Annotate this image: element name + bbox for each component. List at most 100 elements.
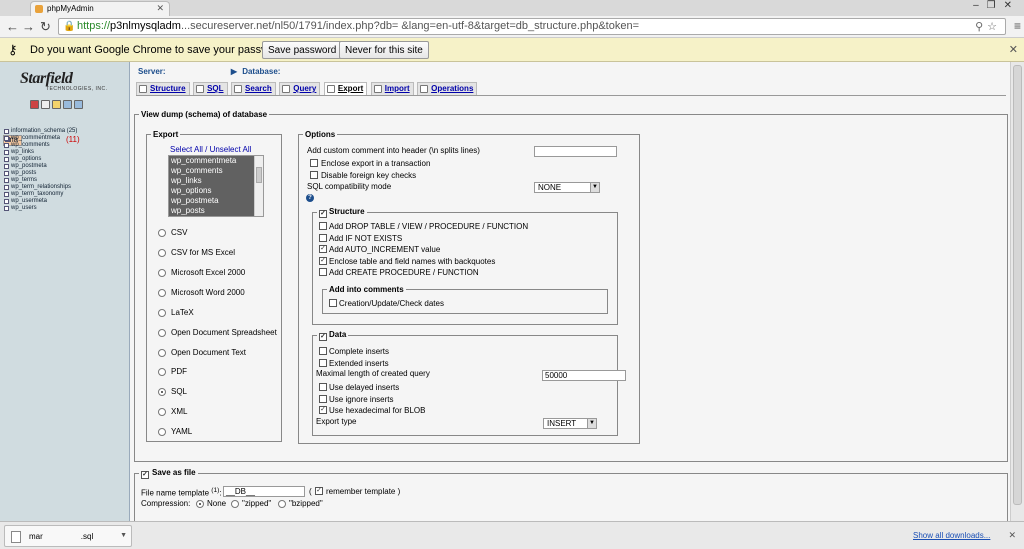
tab-import[interactable]: Import <box>370 82 414 95</box>
disable-fk-label: Disable foreign key checks <box>321 171 417 180</box>
window-controls[interactable]: –❐✕ <box>973 0 1020 11</box>
drop-table-checkbox[interactable] <box>319 222 327 230</box>
table-option[interactable]: wp_posts <box>169 206 254 216</box>
save-as-file-checkbox[interactable]: ✓ <box>141 471 149 479</box>
ignore-inserts-checkbox[interactable] <box>319 395 327 403</box>
reload-icon[interactable]: ↻ <box>40 19 51 35</box>
format-radio-pdf[interactable] <box>158 368 166 376</box>
compression-bzipped-radio[interactable] <box>278 500 286 508</box>
table-item[interactable]: wp_links <box>3 149 127 156</box>
tab-label: Query <box>293 84 317 93</box>
main-scrollbar-thumb[interactable] <box>1013 65 1022 505</box>
database-label[interactable]: Database: <box>242 67 280 76</box>
disable-fk-checkbox[interactable] <box>310 171 318 179</box>
table-option[interactable]: wp_comments <box>169 166 254 176</box>
table-item[interactable]: wp_postmeta <box>3 163 127 170</box>
table-option[interactable]: wp_postmeta <box>169 196 254 206</box>
db-item-information-schema[interactable]: information_schema (25) <box>3 128 127 135</box>
main-scrollbar[interactable] <box>1010 62 1024 521</box>
forward-arrow-icon[interactable]: → <box>22 19 35 34</box>
format-radio-latex[interactable] <box>158 309 166 317</box>
enclose-transaction-checkbox[interactable] <box>310 159 318 167</box>
compression-none-radio[interactable] <box>196 500 204 508</box>
delayed-inserts-checkbox[interactable] <box>319 383 327 391</box>
logout-icon[interactable] <box>41 100 50 109</box>
docs-icon[interactable] <box>63 100 72 109</box>
data-checkbox[interactable]: ✓ <box>319 333 327 341</box>
table-select-list[interactable]: wp_commentmeta wp_comments wp_links wp_o… <box>168 155 264 217</box>
extended-inserts-checkbox[interactable] <box>319 359 327 367</box>
compression-zipped-radio[interactable] <box>231 500 239 508</box>
table-option[interactable]: wp_commentmeta <box>169 156 254 166</box>
main-tabs: Structure SQL Search Query Export Import… <box>136 82 478 95</box>
format-radio-yaml[interactable] <box>158 428 166 436</box>
hex-blob-checkbox[interactable]: ✓ <box>319 406 327 414</box>
format-radio-xml[interactable] <box>158 408 166 416</box>
table-option[interactable]: wp_options <box>169 186 254 196</box>
table-item[interactable]: wp_term_relationships <box>3 184 127 191</box>
table-item[interactable]: wp_users <box>3 205 127 212</box>
server-label[interactable]: Server: <box>138 67 166 76</box>
close-download-bar-icon[interactable]: ✕ <box>1008 530 1016 541</box>
table-item[interactable]: wp_term_taxonomy <box>3 191 127 198</box>
table-item[interactable]: wp_commentmeta <box>3 135 127 142</box>
tab-query[interactable]: Query <box>279 82 321 95</box>
format-radio-ods[interactable] <box>158 329 166 337</box>
reload-nav-icon[interactable] <box>74 100 83 109</box>
chrome-menu-icon[interactable]: ≡ <box>1014 19 1021 33</box>
tab-export[interactable]: Export <box>323 82 368 95</box>
format-radio-sql[interactable] <box>158 388 166 396</box>
structure-checkbox[interactable]: ✓ <box>319 210 327 218</box>
search-icon <box>234 85 243 93</box>
home-icon[interactable] <box>30 100 39 109</box>
tab-search[interactable]: Search <box>231 82 276 95</box>
never-for-this-site-button[interactable]: Never for this site <box>339 41 429 59</box>
backquotes-checkbox[interactable]: ✓ <box>319 257 327 265</box>
table-item[interactable]: wp_terms <box>3 177 127 184</box>
max-length-input[interactable]: 50000 <box>542 370 626 381</box>
chevron-down-icon[interactable]: ▼ <box>120 532 127 539</box>
format-radio-word-2000[interactable] <box>158 289 166 297</box>
back-arrow-icon[interactable]: ← <box>6 19 19 34</box>
table-label: wp_term_taxonomy <box>11 191 64 197</box>
file-template-input[interactable]: __DB__ <box>223 486 305 497</box>
format-radio-odt[interactable] <box>158 349 166 357</box>
list-scrollbar-thumb[interactable] <box>256 167 262 183</box>
help-icon[interactable]: ? <box>306 194 314 202</box>
tab-structure[interactable]: Structure <box>136 82 190 95</box>
browser-toolbar: ← → ↻ 🔒 https://p3nlmysqladm...secureser… <box>0 16 1024 38</box>
creation-dates-checkbox[interactable] <box>329 299 337 307</box>
tab-label: Structure <box>150 84 186 93</box>
export-type-select[interactable]: INSERT ▼ <box>543 418 597 429</box>
show-all-downloads-link[interactable]: Show all downloads... <box>913 531 990 540</box>
tab-close-icon[interactable]: ✕ <box>156 3 164 14</box>
format-radio-csv-excel[interactable] <box>158 249 166 257</box>
infobar-close-icon[interactable]: ✕ <box>1009 43 1018 56</box>
select-all-link[interactable]: Select All / Unselect All <box>170 145 251 154</box>
options-legend: Options <box>305 130 336 139</box>
list-scrollbar[interactable] <box>254 156 263 216</box>
tab-sql[interactable]: SQL <box>193 82 228 95</box>
omnibox-icons[interactable]: ⚲☆ <box>975 20 1001 33</box>
table-item[interactable]: wp_usermeta <box>3 198 127 205</box>
remember-open-paren: ( <box>309 487 312 496</box>
create-procedure-checkbox[interactable] <box>319 268 327 276</box>
complete-inserts-checkbox[interactable] <box>319 347 327 355</box>
tab-operations[interactable]: Operations <box>417 82 478 95</box>
sql-compat-select[interactable]: NONE ▼ <box>534 182 600 193</box>
table-option[interactable]: wp_links <box>169 176 254 186</box>
table-item[interactable]: wp_options <box>3 156 127 163</box>
format-radio-csv[interactable] <box>158 229 166 237</box>
if-not-exists-checkbox[interactable] <box>319 234 327 242</box>
query-window-icon[interactable] <box>52 100 61 109</box>
table-item[interactable]: wp_posts <box>3 170 127 177</box>
table-item[interactable]: wp_comments <box>3 142 127 149</box>
auto-increment-checkbox[interactable]: ✓ <box>319 245 327 253</box>
download-item[interactable]: mar .sql ▼ <box>4 525 132 547</box>
save-password-button[interactable]: Save password <box>262 41 343 59</box>
remember-template-checkbox[interactable]: ✓ <box>315 487 323 495</box>
custom-comment-input[interactable] <box>534 146 617 157</box>
format-radio-excel-2000[interactable] <box>158 269 166 277</box>
browser-tab[interactable]: phpMyAdmin ✕ <box>30 1 170 16</box>
address-bar[interactable]: 🔒 https://p3nlmysqladm...secureserver.ne… <box>58 18 1006 35</box>
